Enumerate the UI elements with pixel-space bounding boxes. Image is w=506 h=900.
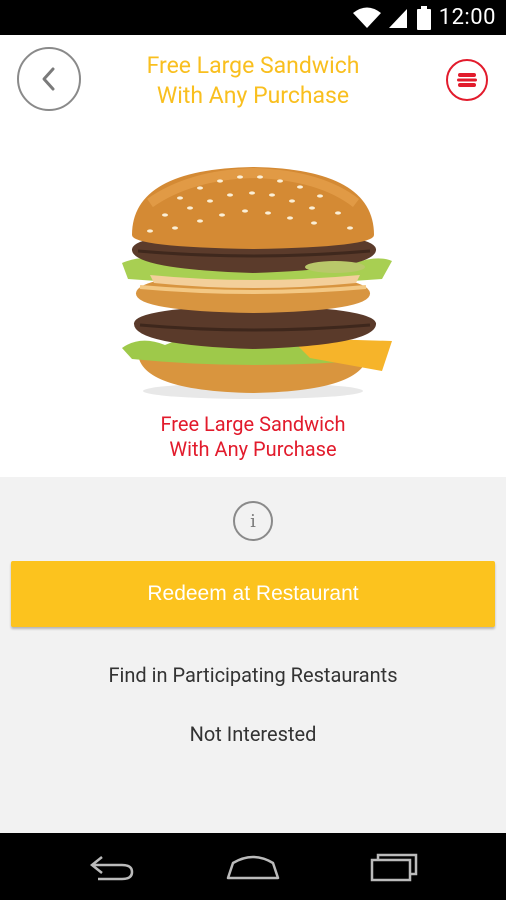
system-nav-bar: [0, 833, 506, 900]
offer-actions: i Redeem at Restaurant Find in Participa…: [0, 477, 506, 833]
offer-caption: Free Large Sandwich With Any Purchase: [0, 412, 506, 462]
info-icon: i: [250, 510, 256, 532]
page-title: Free Large Sandwich With Any Purchase: [110, 51, 396, 111]
nav-back-button[interactable]: [62, 833, 162, 900]
page-title-line2: With Any Purchase: [156, 82, 350, 109]
chevron-left-icon: [42, 67, 55, 91]
info-button[interactable]: i: [233, 501, 273, 541]
redeem-button[interactable]: Redeem at Restaurant: [11, 561, 495, 627]
header: Free Large Sandwich With Any Purchase: [0, 35, 506, 125]
find-restaurants-link[interactable]: Find in Participating Restaurants: [0, 663, 506, 687]
status-bar: 12:00: [0, 0, 506, 35]
menu-button[interactable]: [446, 59, 488, 101]
nav-home-button[interactable]: [203, 833, 303, 900]
wifi-icon: [352, 7, 381, 28]
cell-signal-icon: [388, 8, 407, 28]
offer-hero: Free Large Sandwich With Any Purchase: [0, 125, 506, 477]
status-icons: 12:00: [352, 0, 496, 35]
offer-caption-line2: With Any Purchase: [169, 437, 337, 461]
status-time: 12:00: [438, 5, 496, 30]
nav-recents-button[interactable]: [344, 833, 444, 900]
back-nav-icon: [89, 855, 134, 880]
back-button[interactable]: [17, 47, 81, 111]
battery-icon: [416, 5, 431, 30]
page-title-line1: Free Large Sandwich: [146, 52, 360, 79]
home-nav-icon: [226, 855, 280, 879]
not-interested-link[interactable]: Not Interested: [0, 722, 506, 746]
recents-nav-icon: [370, 853, 418, 881]
burger-image: [122, 167, 392, 399]
menu-lines-icon: [457, 73, 477, 87]
offer-caption-line1: Free Large Sandwich: [160, 412, 346, 436]
